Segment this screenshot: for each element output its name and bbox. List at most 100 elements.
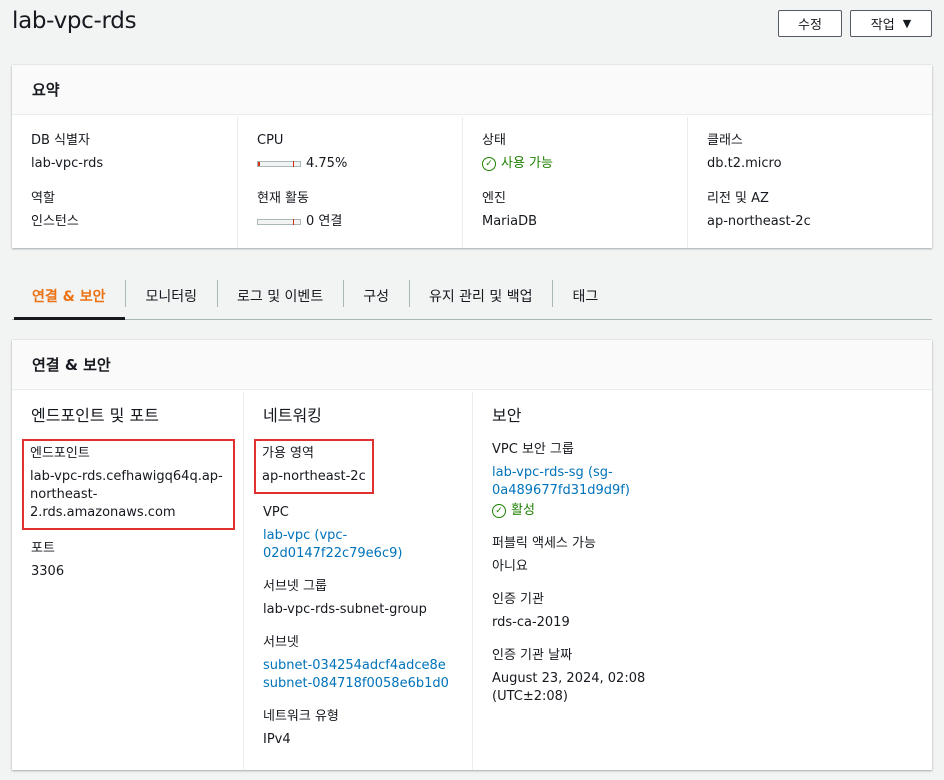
ca-value: rds-ca-2019: [492, 615, 570, 630]
az-item: 가용 영역 ap-northeast-2c: [254, 439, 462, 494]
page-title: lab-vpc-rds: [12, 8, 137, 34]
sg-link[interactable]: lab-vpc-rds-sg (sg- 0a489677fd31d9d9f): [492, 464, 762, 500]
public-access-label: 퍼블릭 액세스 가능: [492, 536, 596, 551]
summary-header: 요약: [12, 65, 932, 115]
summary-col-status: 상태 ✓ 사용 가능 엔진 MariaDB: [462, 117, 687, 248]
ca-date-item: 인증 기관 날짜 August 23, 2024, 02:08 (UTC±2:0…: [492, 647, 762, 706]
activity-value: 0 연결: [257, 212, 452, 232]
endpoint-highlight-box: 엔드포인트 lab-vpc-rds.cefhawigq64q.ap- north…: [22, 439, 235, 530]
sg-status: ✓ 활성: [492, 502, 762, 520]
ca-item: 인증 기관 rds-ca-2019: [492, 591, 762, 632]
network-type-item: 네트워크 유형 IPv4: [263, 708, 462, 749]
az-highlight-box: 가용 영역 ap-northeast-2c: [254, 439, 374, 494]
port-label: 포트: [31, 541, 55, 556]
class-label: 클래스: [707, 133, 743, 148]
db-id-value: lab-vpc-rds: [31, 156, 104, 171]
sg-item: VPC 보안 그룹 lab-vpc-rds-sg (sg- 0a489677fd…: [492, 441, 762, 520]
region-value: ap-northeast-2c: [707, 214, 811, 229]
caret-down-icon: ▼: [902, 17, 912, 30]
network-type-value: IPv4: [263, 732, 291, 747]
role-label: 역할: [31, 191, 55, 206]
status-value: ✓ 사용 가능: [482, 154, 677, 174]
summary-grid: DB 식별자 lab-vpc-rds 역할 인스턴스 CPU 4.75% 현재 …: [12, 117, 932, 248]
activity-bar-marker: [293, 219, 294, 225]
engine-value: MariaDB: [482, 214, 538, 229]
vpc-link[interactable]: lab-vpc (vpc- 02d0147f22c79e6c9): [263, 527, 462, 563]
ca-date-value: August 23, 2024, 02:08 (UTC±2:08): [492, 670, 762, 706]
check-circle-icon: ✓: [492, 504, 506, 518]
security-section-title: 보안: [492, 406, 522, 425]
cpu-label: CPU: [257, 133, 284, 148]
cpu-percent: 4.75%: [306, 156, 348, 171]
region-label: 리전 및 AZ: [707, 191, 769, 206]
summary-col-metrics: CPU 4.75% 현재 활동 0 연결: [237, 117, 462, 248]
ca-date-line-1: August 23, 2024, 02:08: [492, 671, 646, 686]
status-item: 상태 ✓ 사용 가능: [482, 131, 677, 174]
vpc-item: VPC lab-vpc (vpc- 02d0147f22c79e6c9): [263, 504, 462, 563]
networking-column: 네트워킹 가용 영역 ap-northeast-2c VPC lab-vpc (…: [243, 392, 472, 770]
networking-section-title: 네트워킹: [263, 406, 322, 425]
activity-label: 현재 활동: [257, 191, 309, 206]
ca-date-label: 인증 기관 날짜: [492, 648, 573, 663]
endpoint-value: lab-vpc-rds.cefhawigq64q.ap- northeast-2…: [30, 468, 227, 522]
public-access-value: 아니요: [492, 559, 528, 574]
sg-label: VPC 보안 그룹: [492, 442, 574, 457]
subnet-group-item: 서브넷 그룹 lab-vpc-rds-subnet-group: [263, 578, 462, 619]
subnet-link-1[interactable]: subnet-034254adcf4adce8e: [263, 657, 462, 675]
endpoint-label: 엔드포인트: [30, 446, 90, 461]
sg-line-2: 0a489677fd31d9d9f): [492, 483, 630, 498]
sg-status-text: 활성: [511, 503, 535, 518]
activity-progress-bar: [257, 219, 301, 225]
endpoint-column: 엔드포인트 및 포트 엔드포인트 lab-vpc-rds.cefhawigq64…: [12, 392, 243, 770]
tab-monitoring[interactable]: 모니터링: [125, 272, 217, 319]
network-type-label: 네트워크 유형: [263, 709, 339, 724]
detail-tabs: 연결 & 보안 모니터링 로그 및 이벤트 구성 유지 관리 및 백업 태그: [12, 272, 932, 320]
class-value: db.t2.micro: [707, 156, 782, 171]
ca-date-line-2: (UTC±2:08): [492, 689, 569, 704]
port-item: 포트 3306: [31, 540, 233, 581]
cpu-item: CPU 4.75%: [257, 131, 452, 174]
port-value: 3306: [31, 564, 65, 579]
endpoint-item: 엔드포인트 lab-vpc-rds.cefhawigq64q.ap- north…: [22, 439, 235, 530]
connectivity-grid: 엔드포인트 및 포트 엔드포인트 lab-vpc-rds.cefhawigq64…: [12, 392, 932, 770]
status-text: 사용 가능: [501, 156, 553, 171]
role-value: 인스턴스: [31, 214, 79, 229]
security-column: 보안 VPC 보안 그룹 lab-vpc-rds-sg (sg- 0a48967…: [472, 392, 772, 770]
cpu-progress-bar: [257, 161, 301, 167]
summary-panel: 요약 DB 식별자 lab-vpc-rds 역할 인스턴스 CPU 4.75% …: [12, 65, 932, 248]
cpu-progress-fill: [258, 162, 260, 166]
subnets-item: 서브넷 subnet-034254adcf4adce8e subnet-0847…: [263, 634, 462, 693]
vpc-label: VPC: [263, 505, 289, 520]
db-id-item: DB 식별자 lab-vpc-rds: [31, 131, 227, 174]
subnet-group-label: 서브넷 그룹: [263, 579, 327, 594]
cpu-value: 4.75%: [257, 154, 452, 174]
endpoint-section-title: 엔드포인트 및 포트: [31, 406, 159, 425]
cpu-bar-marker: [293, 161, 294, 167]
connectivity-header: 연결 & 보안: [12, 340, 932, 390]
summary-col-class: 클래스 db.t2.micro 리전 및 AZ ap-northeast-2c: [687, 117, 912, 248]
role-item: 역할 인스턴스: [31, 189, 227, 232]
tab-logs-events[interactable]: 로그 및 이벤트: [217, 272, 343, 319]
tab-connectivity-security[interactable]: 연결 & 보안: [12, 272, 126, 320]
tab-maintenance-backups[interactable]: 유지 관리 및 백업: [408, 272, 553, 319]
az-label: 가용 영역: [262, 446, 314, 461]
vpc-line-2: 02d0147f22c79e6c9): [263, 546, 403, 561]
summary-col-identity: DB 식별자 lab-vpc-rds 역할 인스턴스: [12, 117, 237, 248]
vpc-line-1: lab-vpc (vpc-: [263, 528, 348, 543]
endpoint-line-1: lab-vpc-rds.cefhawigq64q.ap-: [30, 469, 223, 484]
subnet-group-value: lab-vpc-rds-subnet-group: [263, 602, 427, 617]
connectivity-panel: 연결 & 보안 엔드포인트 및 포트 엔드포인트 lab-vpc-rds.cef…: [12, 340, 932, 770]
subnet-link-2[interactable]: subnet-084718f0058e6b1d0: [263, 675, 462, 693]
edit-button[interactable]: 수정: [778, 10, 842, 37]
sg-line-1: lab-vpc-rds-sg (sg-: [492, 465, 613, 480]
tab-configuration[interactable]: 구성: [343, 272, 409, 319]
actions-dropdown-button[interactable]: 작업 ▼: [850, 10, 932, 37]
activity-text: 0 연결: [306, 214, 343, 229]
activity-item: 현재 활동 0 연결: [257, 189, 452, 232]
endpoint-line-2: northeast-2.rds.amazonaws.com: [30, 487, 176, 520]
subnets-list: subnet-034254adcf4adce8e subnet-084718f0…: [263, 657, 462, 693]
check-circle-icon: ✓: [482, 157, 496, 171]
engine-label: 엔진: [482, 191, 506, 206]
public-access-item: 퍼블릭 액세스 가능 아니요: [492, 535, 762, 576]
tab-tags[interactable]: 태그: [552, 272, 618, 319]
